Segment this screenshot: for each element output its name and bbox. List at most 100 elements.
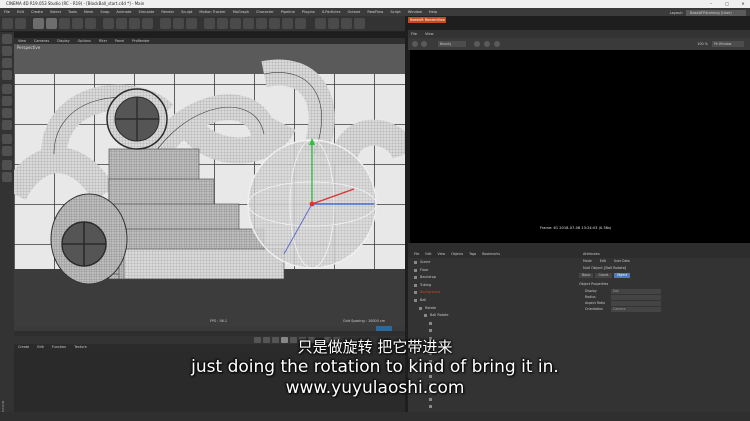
- object-row[interactable]: Ball: [408, 297, 575, 304]
- menu-octane[interactable]: Octane: [347, 8, 360, 16]
- om-menu-edit[interactable]: Edit: [425, 251, 431, 258]
- camera-icon[interactable]: [282, 18, 293, 29]
- render-picture-viewer-icon[interactable]: [173, 18, 184, 29]
- render-settings-icon[interactable]: [186, 18, 197, 29]
- redshift-material-icon[interactable]: [341, 18, 352, 29]
- make-editable-icon[interactable]: [2, 34, 12, 44]
- object-row[interactable]: Floor: [408, 267, 575, 274]
- object-row[interactable]: [408, 403, 575, 410]
- render-start-icon[interactable]: [412, 41, 418, 47]
- rotate-tool-icon[interactable]: [72, 18, 83, 29]
- menu-motion-tracker[interactable]: Motion Tracker: [199, 8, 225, 16]
- z-axis-lock-icon[interactable]: [129, 18, 140, 29]
- fit-window-select[interactable]: Fit Window: [712, 41, 744, 47]
- menu-animate[interactable]: Animate: [116, 8, 131, 16]
- timeline-ruler[interactable]: [14, 326, 405, 331]
- color-picker-icon[interactable]: [494, 41, 500, 47]
- recent-tools-icon[interactable]: [85, 18, 96, 29]
- workplane-mode-icon[interactable]: [2, 70, 12, 80]
- x-axis-lock-icon[interactable]: [103, 18, 114, 29]
- workplane-icon[interactable]: [2, 160, 12, 170]
- menu-mograph[interactable]: MoGraph: [233, 8, 249, 16]
- layout-dropdown[interactable]: BaseAFRtraining (User): [686, 10, 746, 16]
- menu-script[interactable]: Script: [390, 8, 400, 16]
- menu-file[interactable]: File: [4, 8, 10, 16]
- render-canvas[interactable]: Frame: 61 2018-07-06 13:24:03 (0.36s): [410, 50, 750, 243]
- menu-x-particles[interactable]: X-Particles: [322, 8, 341, 16]
- attr-menu-edit[interactable]: Edit: [600, 258, 606, 264]
- object-row[interactable]: Rotate: [408, 305, 575, 312]
- redshift-icon[interactable]: [315, 18, 326, 29]
- menu-edit[interactable]: Edit: [17, 8, 24, 16]
- render-view-menu-file[interactable]: File: [411, 30, 417, 38]
- subdivision-icon[interactable]: [230, 18, 241, 29]
- om-menu-objects[interactable]: Objects: [451, 251, 463, 258]
- maximize-button[interactable]: □: [722, 0, 732, 8]
- menu-realflow[interactable]: RealFlow: [367, 8, 383, 16]
- floor-icon[interactable]: [269, 18, 280, 29]
- menu-simulate[interactable]: Simulate: [138, 8, 154, 16]
- menu-help[interactable]: Help: [429, 8, 437, 16]
- timeline-playhead[interactable]: [376, 326, 392, 331]
- cube-icon[interactable]: [204, 18, 215, 29]
- perspective-viewport[interactable]: Perspective FPS : 56.1 Grid Spacing : 10…: [14, 44, 405, 326]
- region-render-icon[interactable]: [484, 41, 490, 47]
- timeline[interactable]: [14, 326, 405, 336]
- object-row[interactable]: Tubing: [408, 282, 575, 289]
- attr-aspect-field[interactable]: [611, 301, 661, 306]
- attr-display-select[interactable]: Dot: [611, 289, 661, 294]
- om-menu-tags[interactable]: Tags: [469, 251, 476, 258]
- live-selection-icon[interactable]: [33, 18, 44, 29]
- redshift-settings-icon[interactable]: [354, 18, 365, 29]
- polygons-mode-icon[interactable]: [2, 108, 12, 118]
- redshift-light-icon[interactable]: [328, 18, 339, 29]
- menu-select[interactable]: Select: [50, 8, 61, 16]
- menu-render[interactable]: Render: [161, 8, 174, 16]
- attr-radius-field[interactable]: [611, 295, 661, 300]
- object-row[interactable]: Ball Rotate: [408, 312, 575, 319]
- render-view-tab[interactable]: Redshift RenderView: [408, 17, 446, 23]
- om-menu-bookmarks[interactable]: Bookmarks: [482, 251, 500, 258]
- scale-tool-icon[interactable]: [59, 18, 70, 29]
- close-button[interactable]: ✕: [738, 0, 748, 8]
- points-mode-icon[interactable]: [2, 84, 12, 94]
- object-row[interactable]: [408, 320, 575, 327]
- menu-mesh[interactable]: Mesh: [84, 8, 93, 16]
- render-view-menu-view[interactable]: View: [425, 30, 434, 38]
- render-view-icon[interactable]: [160, 18, 171, 29]
- pen-icon[interactable]: [217, 18, 228, 29]
- object-row[interactable]: [408, 327, 575, 334]
- menu-create[interactable]: Create: [31, 8, 43, 16]
- undo-icon[interactable]: [2, 18, 13, 29]
- model-mode-icon[interactable]: [2, 46, 12, 56]
- tweak-mode-icon[interactable]: [2, 134, 12, 144]
- bend-deformer-icon[interactable]: [256, 18, 267, 29]
- aov-select[interactable]: Beauty: [438, 41, 466, 47]
- render-stop-icon[interactable]: [421, 41, 427, 47]
- tab-basic[interactable]: Basic: [579, 273, 594, 278]
- om-menu-view[interactable]: View: [438, 251, 446, 258]
- menu-plugins[interactable]: Plugins: [302, 8, 315, 16]
- menu-window[interactable]: Window: [408, 8, 422, 16]
- attr-menu-user-data[interactable]: User Data: [614, 258, 630, 264]
- coordinate-system-icon[interactable]: [142, 18, 153, 29]
- object-row[interactable]: Background: [408, 289, 575, 296]
- minimize-button[interactable]: –: [706, 0, 716, 8]
- snapping-icon[interactable]: [2, 146, 12, 156]
- menu-sculpt[interactable]: Sculpt: [181, 8, 192, 16]
- redo-icon[interactable]: [15, 18, 26, 29]
- light-icon[interactable]: [295, 18, 306, 29]
- attr-menu-mode[interactable]: Mode: [583, 258, 592, 264]
- tab-coord[interactable]: Coord.: [595, 273, 612, 278]
- menu-pipeline[interactable]: Pipeline: [281, 8, 295, 16]
- edges-mode-icon[interactable]: [2, 96, 12, 106]
- array-icon[interactable]: [243, 18, 254, 29]
- menu-character[interactable]: Character: [256, 8, 274, 16]
- y-axis-lock-icon[interactable]: [116, 18, 127, 29]
- locked-workplane-icon[interactable]: [2, 172, 12, 182]
- texture-mode-icon[interactable]: [2, 58, 12, 68]
- enable-axis-icon[interactable]: [2, 120, 12, 130]
- snapshot-icon[interactable]: [474, 41, 480, 47]
- attr-orientation-select[interactable]: Camera: [611, 307, 661, 312]
- move-tool-icon[interactable]: [46, 18, 57, 29]
